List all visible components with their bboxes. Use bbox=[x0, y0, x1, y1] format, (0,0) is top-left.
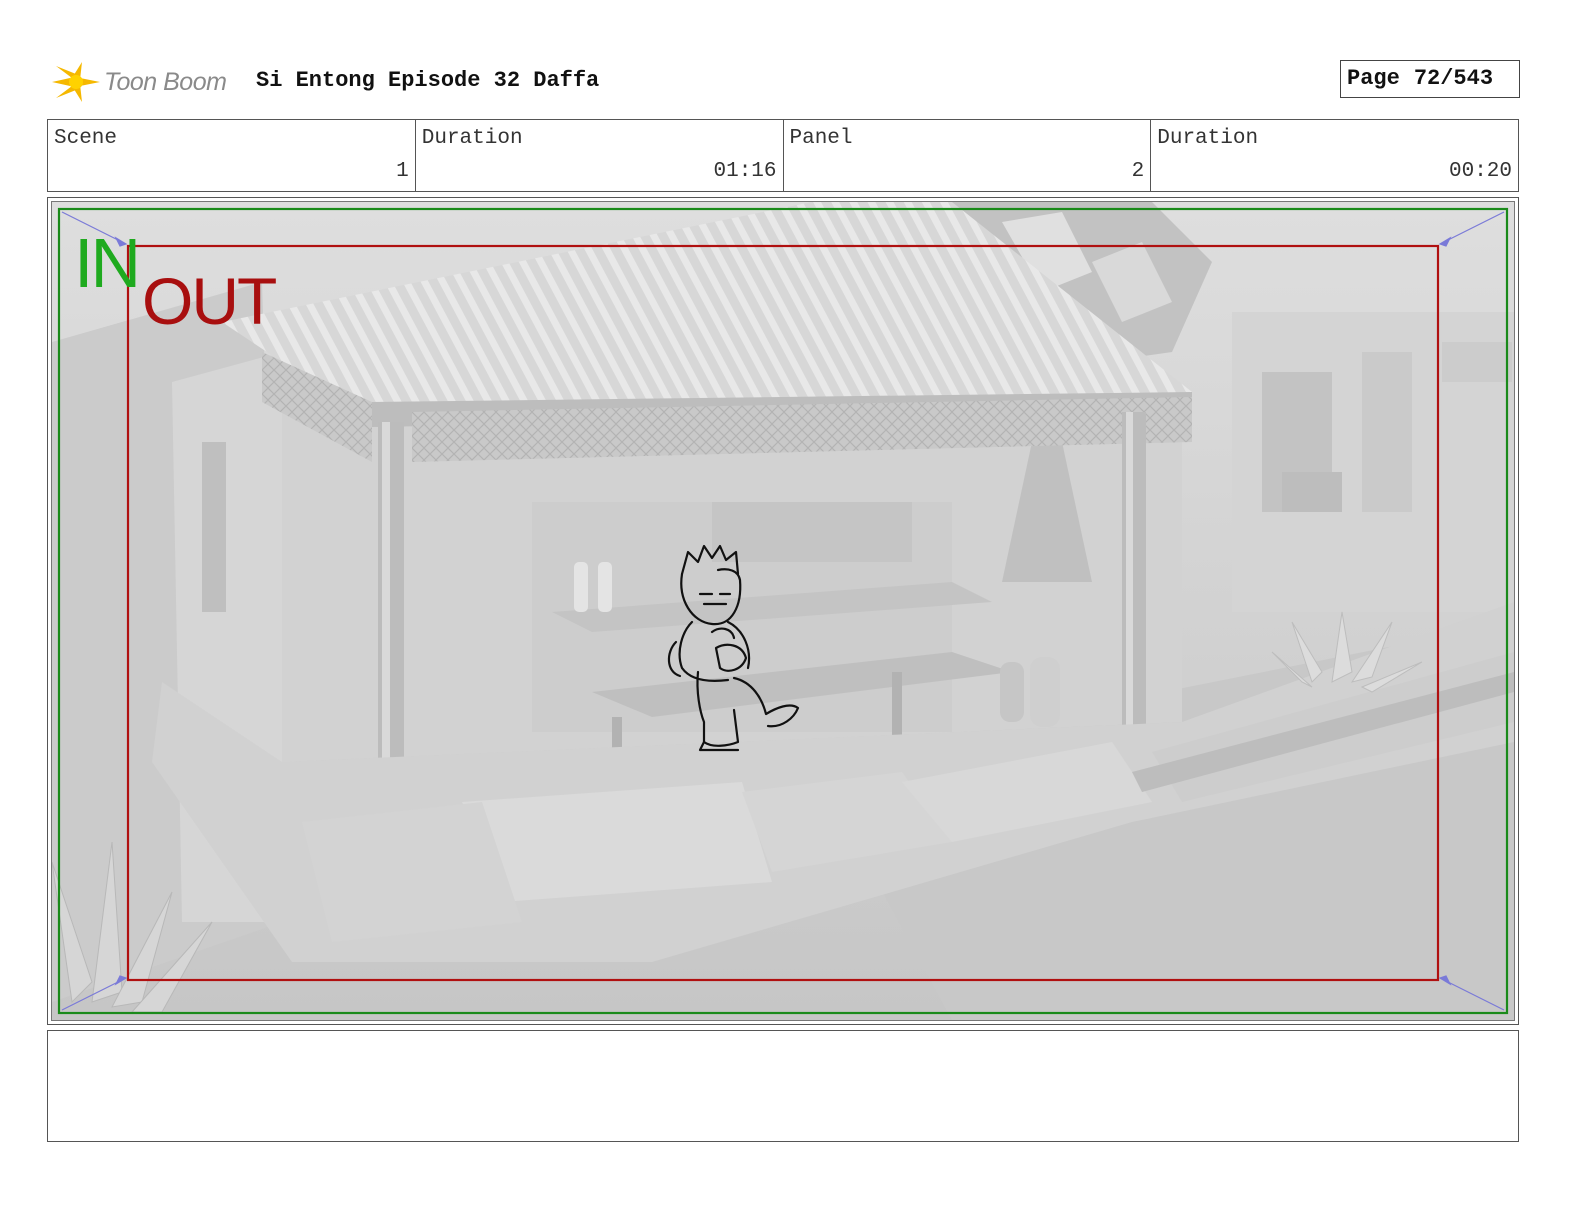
page-indicator: Page 72/543 bbox=[1340, 60, 1520, 98]
panel-label: Panel bbox=[789, 127, 853, 150]
scene-duration-cell: Duration 01:16 bbox=[416, 120, 784, 191]
in-frame-label: IN bbox=[74, 224, 141, 302]
storyboard-header: Toon Boom Si Entong Episode 32 Daffa Pag… bbox=[52, 56, 1532, 108]
panel-frame: IN OUT bbox=[47, 197, 1519, 1025]
scene-value: 1 bbox=[396, 160, 409, 183]
panel-duration-value: 00:20 bbox=[1448, 160, 1512, 183]
page-value: 72/543 bbox=[1413, 66, 1494, 91]
panel-duration-label: Duration bbox=[1157, 127, 1259, 150]
out-frame-label: OUT bbox=[142, 264, 277, 338]
scene-duration-label: Duration bbox=[421, 127, 523, 150]
starburst-icon bbox=[52, 62, 100, 102]
scene-label: Scene bbox=[54, 127, 118, 150]
toon-boom-logo: Toon Boom bbox=[52, 56, 227, 108]
page-label: Page bbox=[1347, 66, 1400, 91]
panel-duration-cell: Duration 00:20 bbox=[1151, 120, 1518, 191]
panel-value: 2 bbox=[1131, 160, 1145, 183]
panel-notes-box bbox=[47, 1030, 1519, 1142]
document-title: Si Entong Episode 32 Daffa bbox=[256, 68, 600, 93]
scene-duration-value: 01:16 bbox=[713, 160, 777, 183]
logo-text: Toon Boom bbox=[104, 67, 227, 96]
panel-image: IN OUT bbox=[51, 201, 1515, 1021]
scene-cell: Scene 1 bbox=[48, 120, 416, 191]
scene-info-table: Scene 1 Duration 01:16 Panel 2 Duration … bbox=[47, 119, 1519, 192]
panel-cell: Panel 2 bbox=[784, 120, 1152, 191]
